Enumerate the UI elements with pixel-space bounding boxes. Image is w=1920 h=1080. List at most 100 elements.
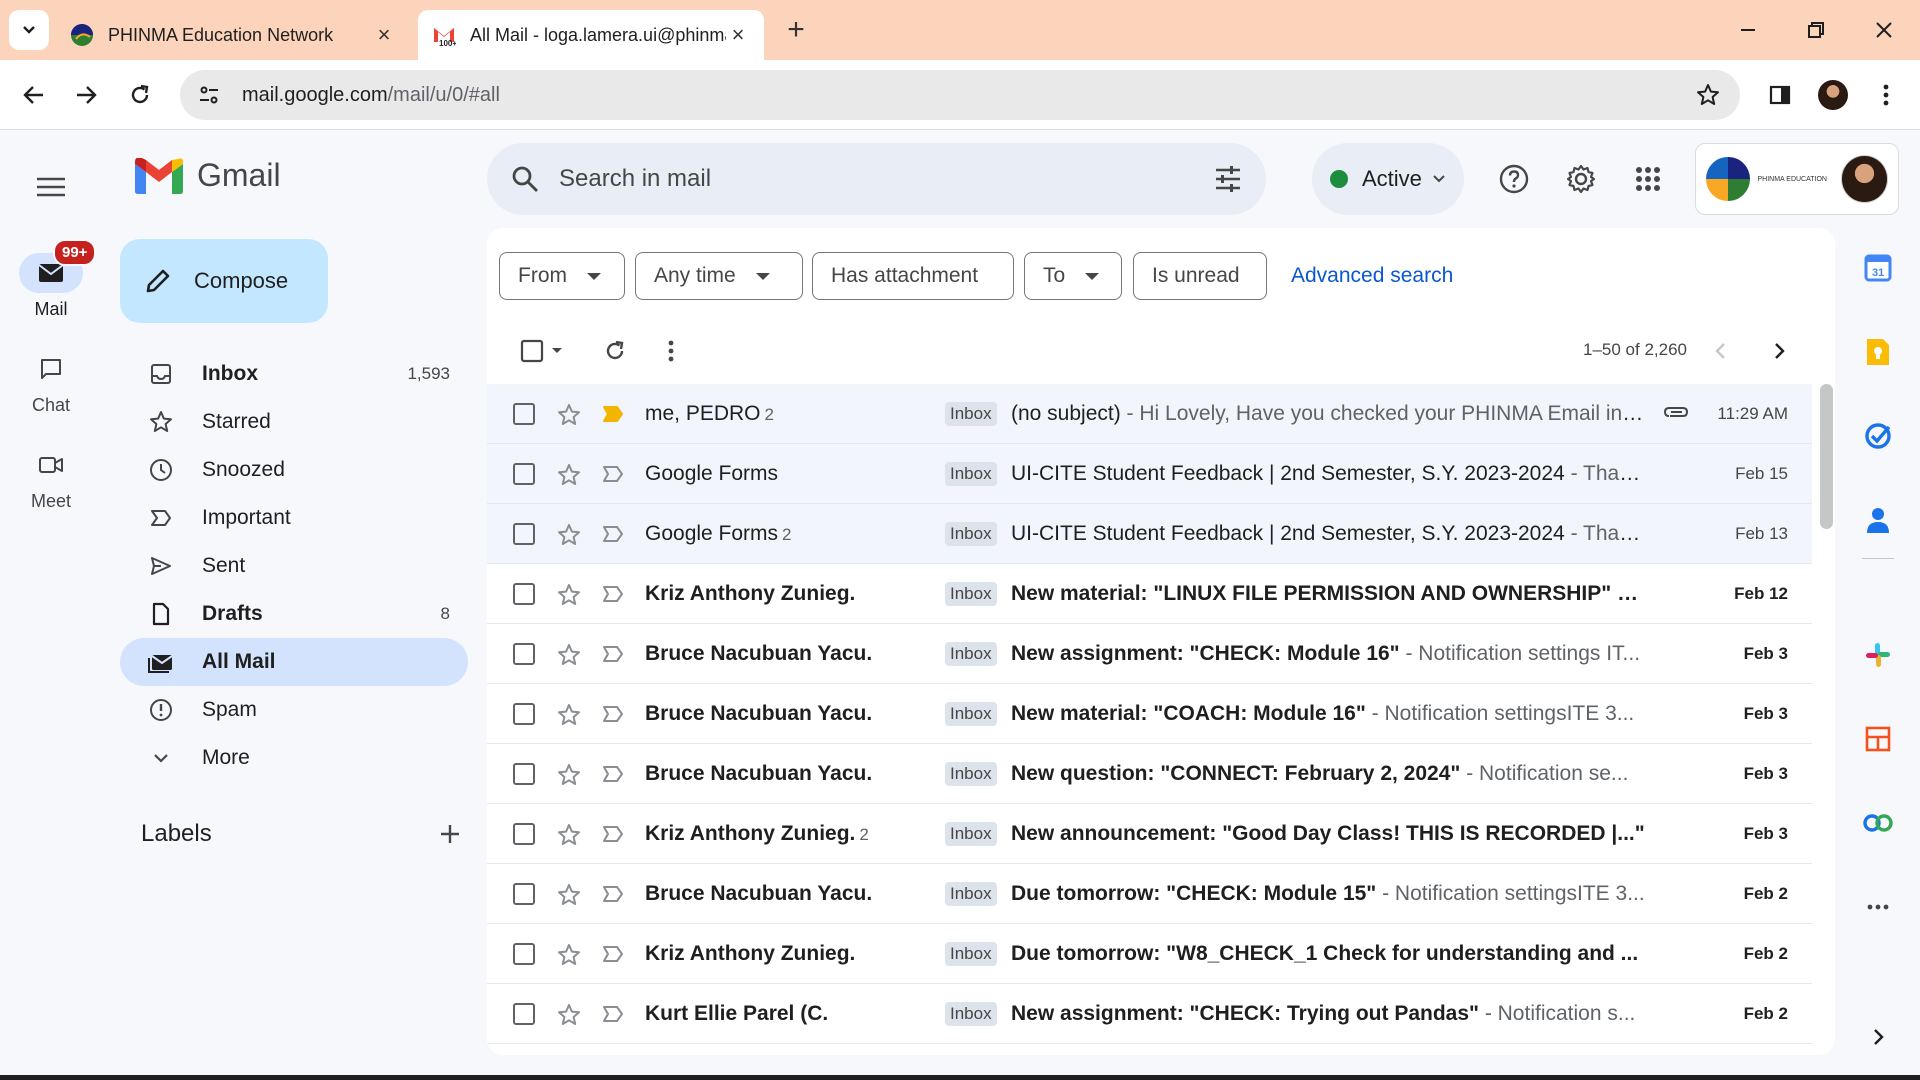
row-checkbox[interactable] xyxy=(513,462,535,485)
star-icon[interactable] xyxy=(557,703,581,733)
star-icon[interactable] xyxy=(557,943,581,973)
important-marker-icon[interactable] xyxy=(602,645,624,669)
row-checkbox[interactable] xyxy=(513,1002,535,1025)
tab-search-button[interactable] xyxy=(9,10,49,50)
star-icon[interactable] xyxy=(557,523,581,553)
tab-gmail[interactable]: 100+ All Mail - loga.lamera.ui@phinma × xyxy=(418,10,764,60)
filter-from-chip[interactable]: From xyxy=(499,252,625,300)
row-checkbox[interactable] xyxy=(513,522,535,545)
email-row[interactable]: Kriz Anthony Zunieg. 2 Inbox New announceme… xyxy=(487,804,1812,864)
forward-button[interactable] xyxy=(66,75,106,115)
main-menu-button[interactable] xyxy=(30,166,72,208)
folder-more[interactable]: More xyxy=(120,734,468,782)
add-label-icon[interactable] xyxy=(439,823,461,845)
folder-sent[interactable]: Sent xyxy=(120,542,468,590)
label-chip[interactable]: Inbox xyxy=(945,881,997,906)
important-marker-icon[interactable] xyxy=(602,945,624,969)
newer-page-button[interactable] xyxy=(1701,331,1741,371)
infinity-app-button[interactable] xyxy=(1858,803,1898,843)
email-row[interactable]: Kriz Anthony Zunieg. Inbox New material: "… xyxy=(487,564,1812,624)
filter-is-unread-chip[interactable]: Is unread xyxy=(1133,252,1267,300)
important-marker-icon[interactable] xyxy=(602,765,624,789)
label-chip[interactable]: Inbox xyxy=(945,401,997,426)
support-button[interactable] xyxy=(1492,157,1536,201)
close-icon[interactable]: × xyxy=(726,22,750,47)
important-marker-icon[interactable] xyxy=(602,465,624,489)
email-row[interactable]: Google Forms 2 Inbox UI-CITE Student Feedba… xyxy=(487,504,1812,564)
important-marker-icon[interactable] xyxy=(602,885,624,909)
row-checkbox[interactable] xyxy=(513,762,535,785)
bookmark-star-icon[interactable] xyxy=(1688,75,1728,115)
hide-side-panel-button[interactable] xyxy=(1858,1017,1898,1057)
folder-drafts[interactable]: Drafts 8 xyxy=(120,590,468,638)
refresh-button[interactable] xyxy=(595,331,635,371)
star-icon[interactable] xyxy=(557,643,581,673)
older-page-button[interactable] xyxy=(1759,331,1799,371)
star-icon[interactable] xyxy=(557,763,581,793)
email-row[interactable]: Google Forms Inbox UI-CITE Student Feedbac… xyxy=(487,444,1812,504)
tab-phinma[interactable]: PHINMA Education Network × xyxy=(56,10,410,60)
row-checkbox[interactable] xyxy=(513,582,535,605)
compose-button[interactable]: Compose xyxy=(120,239,328,323)
email-row[interactable]: Bruce Nacubuan Yacu. Inbox New assignment:… xyxy=(487,624,1812,684)
row-checkbox[interactable] xyxy=(513,402,535,425)
search-input[interactable] xyxy=(559,165,1214,193)
important-marker-icon[interactable] xyxy=(602,585,624,609)
more-actions-button[interactable] xyxy=(651,331,691,371)
folder-starred[interactable]: Starred xyxy=(120,398,468,446)
keep-app-button[interactable] xyxy=(1858,332,1898,372)
search-icon[interactable] xyxy=(511,165,539,193)
star-icon[interactable] xyxy=(557,583,581,613)
important-marker-icon[interactable] xyxy=(602,405,624,429)
site-settings-icon[interactable] xyxy=(184,70,234,120)
side-panel-button[interactable] xyxy=(1760,75,1800,115)
new-tab-button[interactable]: + xyxy=(780,13,812,46)
important-marker-icon[interactable] xyxy=(602,1005,624,1029)
email-row[interactable]: Kriz Anthony Zunieg. Inbox Due tomorrow: "… xyxy=(487,924,1812,984)
star-icon[interactable] xyxy=(557,823,581,853)
status-dropdown[interactable]: Active xyxy=(1312,143,1464,215)
filter-to-chip[interactable]: To xyxy=(1024,252,1122,300)
slack-app-button[interactable] xyxy=(1858,635,1898,675)
row-checkbox[interactable] xyxy=(513,822,535,845)
label-chip[interactable]: Inbox xyxy=(945,761,997,786)
account-switcher[interactable]: PHINMA EDUCATION xyxy=(1695,143,1899,215)
star-icon[interactable] xyxy=(557,463,581,493)
label-chip[interactable]: Inbox xyxy=(945,581,997,606)
label-chip[interactable]: Inbox xyxy=(945,521,997,546)
select-all-button[interactable] xyxy=(511,331,575,371)
address-bar[interactable]: mail.google.com/mail/u/0/#all xyxy=(180,70,1740,120)
label-chip[interactable]: Inbox xyxy=(945,461,997,486)
label-chip[interactable]: Inbox xyxy=(945,941,997,966)
star-icon[interactable] xyxy=(557,403,581,433)
rail-item-meet[interactable]: Meet xyxy=(0,445,102,512)
settings-button[interactable] xyxy=(1559,157,1603,201)
folder-snoozed[interactable]: Snoozed xyxy=(120,446,468,494)
label-chip[interactable]: Inbox xyxy=(945,641,997,666)
advanced-search-link[interactable]: Advanced search xyxy=(1291,264,1453,288)
close-window-button[interactable] xyxy=(1864,12,1904,48)
browser-menu-button[interactable] xyxy=(1866,75,1906,115)
row-checkbox[interactable] xyxy=(513,942,535,965)
email-row[interactable]: Kurt Ellie Parel (C. Inbox New assignment:… xyxy=(487,984,1812,1044)
gmail-logo[interactable]: Gmail xyxy=(135,157,281,194)
profile-button[interactable] xyxy=(1813,75,1853,115)
folder-all-mail[interactable]: All Mail xyxy=(120,638,468,686)
row-checkbox[interactable] xyxy=(513,642,535,665)
important-marker-icon[interactable] xyxy=(602,705,624,729)
important-marker-icon[interactable] xyxy=(602,825,624,849)
minimize-button[interactable] xyxy=(1728,12,1768,48)
calendar-app-button[interactable]: 31 xyxy=(1858,248,1898,288)
filter-has-attachment-chip[interactable]: Has attachment xyxy=(812,252,1014,300)
apps-button[interactable] xyxy=(1626,157,1670,201)
row-checkbox[interactable] xyxy=(513,702,535,725)
email-row[interactable]: Bruce Nacubuan Yacu. Inbox Due tomorrow: "… xyxy=(487,864,1812,924)
email-row[interactable]: Bruce Nacubuan Yacu. Inbox New question: "… xyxy=(487,744,1812,804)
label-chip[interactable]: Inbox xyxy=(945,821,997,846)
rail-item-chat[interactable]: Chat xyxy=(0,349,102,416)
reload-button[interactable] xyxy=(120,75,160,115)
close-icon[interactable]: × xyxy=(372,22,396,47)
search-options-icon[interactable] xyxy=(1214,165,1242,193)
back-button[interactable] xyxy=(14,75,54,115)
label-chip[interactable]: Inbox xyxy=(945,701,997,726)
